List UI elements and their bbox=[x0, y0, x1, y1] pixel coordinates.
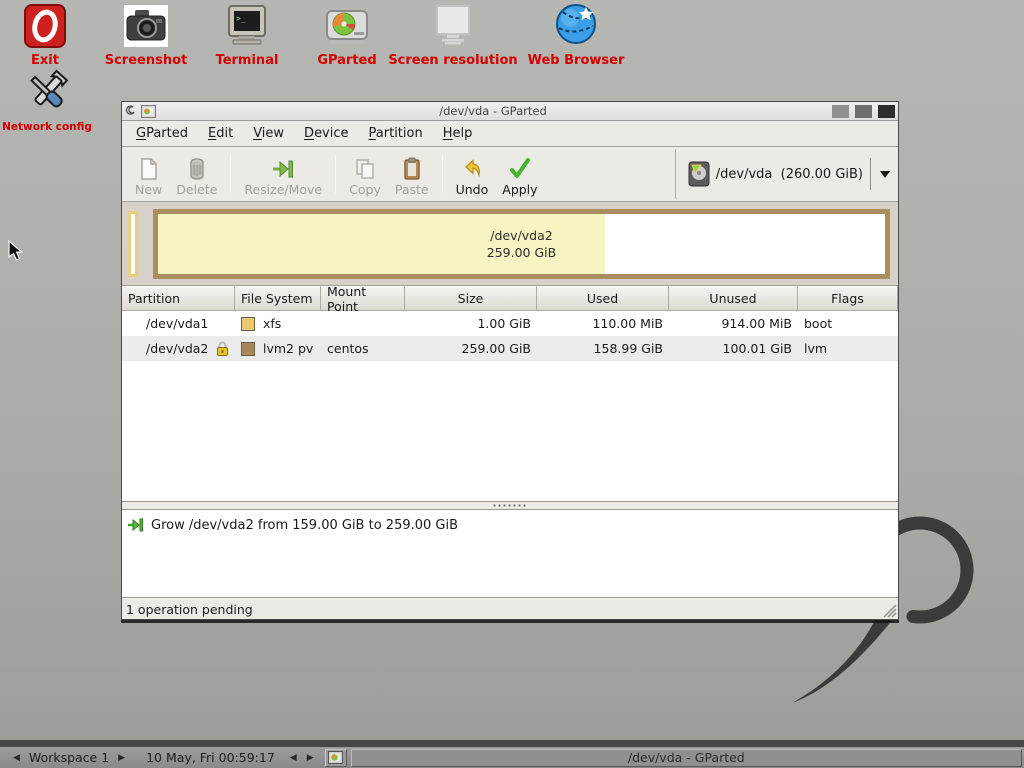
undo-button[interactable]: Undo bbox=[449, 149, 496, 199]
workspace-label[interactable]: Workspace 1 bbox=[25, 750, 113, 765]
column-header-size[interactable]: Size bbox=[405, 286, 537, 311]
filesystem-color-swatch bbox=[241, 317, 255, 331]
size-value: 1.00 GiB bbox=[477, 316, 531, 331]
taskbar-task-gparted[interactable]: /dev/vda - GParted bbox=[351, 749, 1022, 767]
apply-button[interactable]: Apply bbox=[495, 149, 544, 199]
operation-text: Grow /dev/vda2 from 159.00 GiB to 259.00… bbox=[151, 518, 458, 533]
partition-table: Partition File System Mount Point Size U… bbox=[122, 286, 898, 501]
used-value: 110.00 MiB bbox=[592, 316, 663, 331]
toolbar: New Delete Resize/Move Copy bbox=[122, 147, 898, 202]
gparted-window: /dev/vda - GParted GParted Edit View Dev… bbox=[121, 101, 899, 620]
partition-bar-label: /dev/vda2 bbox=[490, 227, 552, 244]
menu-view[interactable]: View bbox=[243, 123, 294, 144]
flags-value: boot bbox=[804, 316, 832, 331]
partition-name: /dev/vda1 bbox=[146, 316, 208, 331]
partition-visual-panel: /dev/vda2 259.00 GiB bbox=[122, 202, 898, 286]
delete-button[interactable]: Delete bbox=[169, 149, 224, 199]
window-shade-button[interactable] bbox=[832, 105, 849, 118]
table-row-vda1[interactable]: /dev/vda1 xfs 1.00 GiB 110.00 MiB 914.00… bbox=[122, 311, 898, 336]
apply-icon bbox=[508, 157, 532, 181]
window-maximize-button[interactable] bbox=[855, 105, 872, 118]
delete-icon bbox=[186, 157, 208, 181]
menu-device[interactable]: Device bbox=[294, 123, 358, 144]
paste-button[interactable]: Paste bbox=[388, 149, 436, 199]
window-title: /dev/vda - GParted bbox=[160, 104, 826, 118]
new-button[interactable]: New bbox=[128, 149, 169, 199]
task-prev-icon[interactable]: ◀ bbox=[285, 753, 302, 763]
window-menu-icon[interactable] bbox=[125, 104, 137, 118]
desktop-icon-label: Network config bbox=[0, 121, 122, 133]
flags-value: lvm bbox=[804, 341, 827, 356]
grow-operation-icon bbox=[127, 517, 144, 533]
paste-icon bbox=[401, 157, 423, 181]
column-header-used[interactable]: Used bbox=[537, 286, 669, 311]
workspace-prev-icon[interactable]: ◀ bbox=[8, 753, 25, 763]
taskbar-task-label: /dev/vda - GParted bbox=[628, 750, 745, 765]
dropdown-arrow-icon[interactable] bbox=[880, 171, 890, 178]
menu-partition[interactable]: Partition bbox=[359, 123, 433, 144]
device-selector[interactable]: /dev/vda (260.00 GiB) bbox=[675, 149, 898, 199]
tools-icon bbox=[0, 70, 122, 116]
workspace-next-icon[interactable]: ▶ bbox=[113, 753, 130, 763]
desktop-icon-web-browser[interactable]: Web Browser bbox=[501, 2, 651, 68]
lock-icon bbox=[216, 341, 229, 356]
undo-icon bbox=[460, 157, 484, 181]
column-header-filesystem[interactable]: File System bbox=[235, 286, 321, 311]
gparted-tray-icon[interactable] bbox=[325, 749, 347, 767]
toolbar-separator bbox=[230, 155, 231, 193]
table-header-row: Partition File System Mount Point Size U… bbox=[122, 286, 898, 311]
column-header-flags[interactable]: Flags bbox=[798, 286, 898, 311]
clock: 10 May, Fri 00:59:17 bbox=[146, 750, 275, 765]
partition-bar-size: 259.00 GiB bbox=[487, 244, 556, 261]
toolbar-separator bbox=[442, 155, 443, 193]
filesystem-type: xfs bbox=[263, 316, 281, 331]
operation-item[interactable]: Grow /dev/vda2 from 159.00 GiB to 259.00… bbox=[127, 517, 893, 533]
mount-point: centos bbox=[327, 341, 369, 356]
partition-vda1-visual[interactable] bbox=[128, 211, 138, 277]
svg-text:>_: >_ bbox=[236, 14, 246, 23]
column-header-unused[interactable]: Unused bbox=[669, 286, 798, 311]
partition-vda2-visual[interactable]: /dev/vda2 259.00 GiB bbox=[153, 209, 890, 279]
menu-bar: GParted Edit View Device Partition Help bbox=[122, 121, 898, 147]
pane-splitter-handle[interactable] bbox=[122, 501, 898, 509]
table-row-vda2[interactable]: /dev/vda2 lvm2 pv centos 259.00 GiB 158.… bbox=[122, 336, 898, 361]
operations-pane: Grow /dev/vda2 from 159.00 GiB to 259.00… bbox=[122, 509, 898, 598]
task-next-icon[interactable]: ▶ bbox=[302, 753, 319, 763]
copy-button[interactable]: Copy bbox=[342, 149, 388, 199]
toolbar-separator bbox=[335, 155, 336, 193]
menu-help[interactable]: Help bbox=[433, 123, 483, 144]
unused-value: 914.00 MiB bbox=[721, 316, 792, 331]
window-close-button[interactable] bbox=[878, 105, 895, 118]
menu-edit[interactable]: Edit bbox=[198, 123, 243, 144]
desktop-icon-label: Web Browser bbox=[501, 53, 651, 68]
column-header-mountpoint[interactable]: Mount Point bbox=[321, 286, 405, 311]
size-value: 259.00 GiB bbox=[462, 341, 531, 356]
title-bar[interactable]: /dev/vda - GParted bbox=[122, 102, 898, 121]
resize-grip[interactable] bbox=[882, 603, 897, 618]
column-header-partition[interactable]: Partition bbox=[122, 286, 235, 311]
status-text: 1 operation pending bbox=[126, 602, 253, 617]
status-bar: 1 operation pending bbox=[122, 598, 898, 619]
resize-move-icon bbox=[270, 157, 296, 181]
unused-value: 100.01 GiB bbox=[723, 341, 792, 356]
globe-icon bbox=[501, 2, 651, 48]
filesystem-color-swatch bbox=[241, 342, 255, 356]
mouse-cursor bbox=[8, 240, 24, 262]
gparted-app-icon bbox=[141, 105, 156, 118]
resize-move-button[interactable]: Resize/Move bbox=[237, 149, 329, 199]
partition-name: /dev/vda2 bbox=[146, 341, 208, 356]
new-icon bbox=[138, 157, 160, 181]
disk-icon bbox=[688, 160, 710, 188]
taskbar: ◀ Workspace 1 ▶ 10 May, Fri 00:59:17 ◀ ▶… bbox=[0, 740, 1024, 768]
device-selector-value: /dev/vda (260.00 GiB) bbox=[716, 167, 863, 182]
filesystem-type: lvm2 pv bbox=[263, 341, 313, 356]
menu-gparted[interactable]: GParted bbox=[126, 123, 198, 144]
copy-icon bbox=[354, 157, 376, 181]
desktop-icon-network-config[interactable]: Network config bbox=[0, 70, 122, 133]
used-value: 158.99 GiB bbox=[594, 341, 663, 356]
